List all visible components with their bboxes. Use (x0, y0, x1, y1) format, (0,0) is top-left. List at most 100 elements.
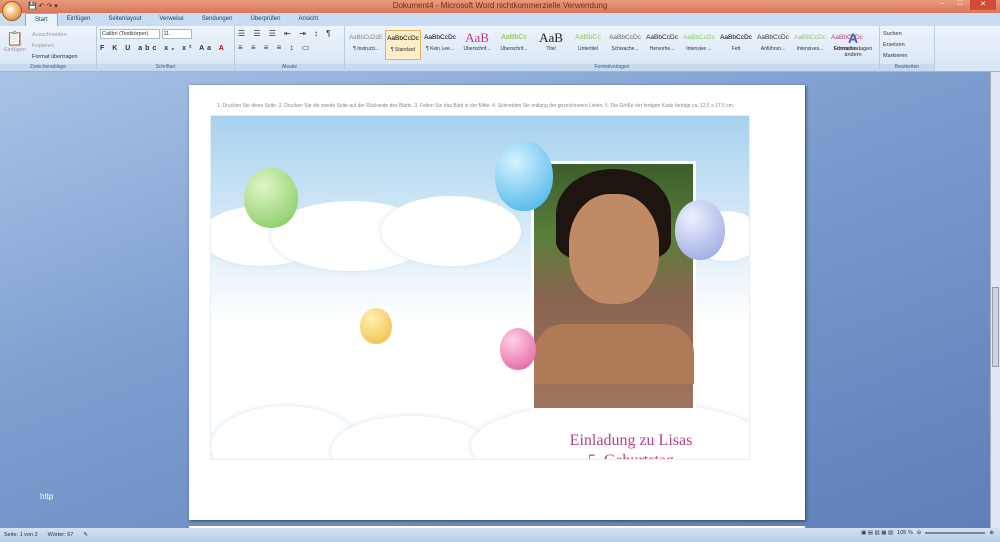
style-name: Überschrif... (500, 46, 528, 52)
tab-seitenlayout[interactable]: Seitenlayout (99, 13, 150, 26)
close-button[interactable]: ✕ (970, 0, 996, 10)
style-preview: AaB (465, 30, 489, 45)
document-page[interactable]: 1. Drucken Sie diese Seite. 2. Drucken S… (189, 85, 805, 520)
proofing-icon[interactable]: ✎ (83, 532, 88, 538)
pink-balloon (500, 328, 536, 370)
style-4[interactable]: AaBbCc Überschrif... (496, 30, 532, 60)
style-12[interactable]: AaBbCcDc Intensives... (792, 30, 828, 60)
find-button[interactable]: Suchen (883, 29, 931, 40)
word-count[interactable]: Wörter: 67 (48, 532, 74, 538)
style-name: Untertitel (577, 46, 598, 52)
list-buttons[interactable]: ☰ ☰ ☰ ⇤ ⇥ ↕ ¶ (238, 29, 341, 38)
paragraph-group: ☰ ☰ ☰ ⇤ ⇥ ↕ ¶ ≡ ≡ ≡ ≡ ↕ ▭ Absatz (235, 26, 345, 72)
style-8[interactable]: AaBbCcDc Hervorhe... (644, 30, 680, 60)
style-5[interactable]: AaB Titel (533, 30, 569, 60)
style-9[interactable]: AaBbCcDc Intensive ... (681, 30, 717, 60)
font-label: Schriftart (97, 64, 234, 71)
paste-icon: 📋 (6, 30, 24, 46)
style-preview: AaBbCcDc (387, 35, 419, 42)
style-name: Hervorhe... (649, 46, 675, 52)
tab-ueberpruefen[interactable]: Überprüfen (241, 13, 289, 26)
scroll-thumb[interactable] (992, 287, 999, 367)
style-3[interactable]: AaB Überschrif... (459, 30, 495, 60)
style-preview: AaBbCcDc (646, 34, 678, 41)
font-format-buttons[interactable]: F K U abc x₂ x² Aa A (100, 45, 231, 52)
style-preview: AaBbCcDc (683, 34, 715, 41)
ribbon-tabs: Start Einfügen Seitenlayout Verweise Sen… (0, 13, 1000, 26)
styles-icon: A (847, 30, 859, 46)
style-name: Fett (731, 46, 741, 52)
style-preview: AaBbCcDc (720, 34, 752, 41)
style-name: Intensives... (796, 46, 824, 52)
title-bar: Dokument4 - Microsoft Word nichtkommerzi… (0, 0, 1000, 13)
style-name: Intensive ... (686, 46, 712, 52)
paragraph-label: Absatz (235, 64, 344, 71)
office-button[interactable] (2, 1, 22, 21)
styles-label: Formatvorlagen (345, 64, 879, 71)
style-preview: AaB (539, 30, 563, 45)
style-10[interactable]: AaBbCcDc Fett (718, 30, 754, 60)
font-size-select[interactable]: 11 (161, 29, 192, 39)
tab-verweise[interactable]: Verweise (150, 13, 192, 26)
font-name-select[interactable]: Calibri (Textkörper) (100, 29, 160, 39)
editing-group: Suchen Ersetzen Markieren Bearbeiten (880, 26, 935, 72)
style-0[interactable]: AaBbCcDdE ¶ Instructi... (348, 30, 384, 60)
style-7[interactable]: AaBbCcDc Schwache... (607, 30, 643, 60)
page-count[interactable]: Seite: 1 von 2 (4, 532, 38, 538)
change-styles-button[interactable]: A Formatvorlagen ändern (830, 30, 876, 58)
green-balloon (244, 168, 298, 228)
replace-button[interactable]: Ersetzen (883, 40, 931, 51)
tab-sendungen[interactable]: Sendungen (193, 13, 242, 26)
tab-start[interactable]: Start (25, 13, 58, 26)
status-bar: Seite: 1 von 2 Wörter: 67 ✎ ▣ ▤ ▥ ▦ ▧ 10… (0, 528, 1000, 542)
minimize-button[interactable]: – (934, 0, 950, 10)
ribbon: 📋 Einfügen Ausschneiden Kopieren Format … (0, 26, 1000, 72)
vertical-scrollbar[interactable] (990, 72, 1000, 528)
style-preview: AaBbCc (501, 34, 527, 41)
zoom-out-button[interactable]: ⊖ (917, 530, 922, 536)
style-name: Schwache... (611, 46, 639, 52)
yellow-balloon (360, 308, 392, 344)
overlay-text: http (40, 492, 54, 501)
editing-label: Bearbeiten (880, 64, 934, 71)
maximize-button[interactable]: □ (952, 0, 968, 10)
style-name: Überschrif... (463, 46, 491, 52)
align-buttons[interactable]: ≡ ≡ ≡ ≡ ↕ ▭ (238, 43, 341, 52)
instructions-text: 1. Drucken Sie diese Seite. 2. Drucken S… (217, 103, 735, 109)
style-name: ¶ Kein Lee... (426, 46, 454, 52)
paste-button[interactable]: Einfügen (4, 47, 26, 53)
girl-photo (531, 161, 696, 411)
tab-ansicht[interactable]: Ansicht (289, 13, 327, 26)
blue-balloon (495, 141, 553, 211)
style-11[interactable]: AaBbCcDc Anführun... (755, 30, 791, 60)
style-name: ¶ Standard (390, 47, 416, 53)
clipboard-group: 📋 Einfügen Ausschneiden Kopieren Format … (0, 26, 97, 72)
tab-einfuegen[interactable]: Einfügen (58, 13, 100, 26)
style-preview: AaBbCc (575, 34, 601, 41)
style-preview: AaBbCcDc (794, 34, 826, 41)
lavender-balloon (675, 200, 725, 260)
font-group: Calibri (Textkörper) 11 F K U abc x₂ x² … (97, 26, 235, 72)
zoom-slider[interactable] (925, 532, 986, 534)
style-preview: AaBbCcDc (609, 34, 641, 41)
cut-button[interactable]: Ausschneiden (32, 30, 78, 41)
copy-button[interactable]: Kopieren (32, 41, 78, 52)
style-name: Anführun... (760, 46, 786, 52)
style-2[interactable]: AaBbCcDc ¶ Kein Lee... (422, 30, 458, 60)
styles-group: AaBbCcDdE ¶ Instructi... AaBbCcDc ¶ Standar… (345, 26, 880, 72)
style-name: Titel (546, 46, 556, 52)
quick-access-toolbar[interactable]: 💾 ↶ ↷ ▾ (28, 2, 58, 10)
style-6[interactable]: AaBbCc Untertitel (570, 30, 606, 60)
greeting-text: Einladung zu Lisas 5. Geburtstag (569, 432, 693, 459)
style-name: ¶ Instructi... (353, 46, 379, 52)
style-preview: AaBbCcDc (757, 34, 789, 41)
window-title: Dokument4 - Microsoft Word nichtkommerzi… (392, 1, 608, 10)
format-painter-button[interactable]: Format übertragen (32, 52, 78, 63)
invitation-card: Einladung zu Lisas 5. Geburtstag (210, 115, 750, 460)
select-button[interactable]: Markieren (883, 51, 931, 62)
style-1[interactable]: AaBbCcDc ¶ Standard (385, 30, 421, 60)
zoom-level[interactable]: 105 % (897, 530, 913, 536)
style-preview: AaBbCcDdE (349, 35, 383, 41)
view-buttons[interactable]: ▣ ▤ ▥ ▦ ▧ (861, 530, 893, 536)
zoom-in-button[interactable]: ⊕ (989, 530, 994, 536)
